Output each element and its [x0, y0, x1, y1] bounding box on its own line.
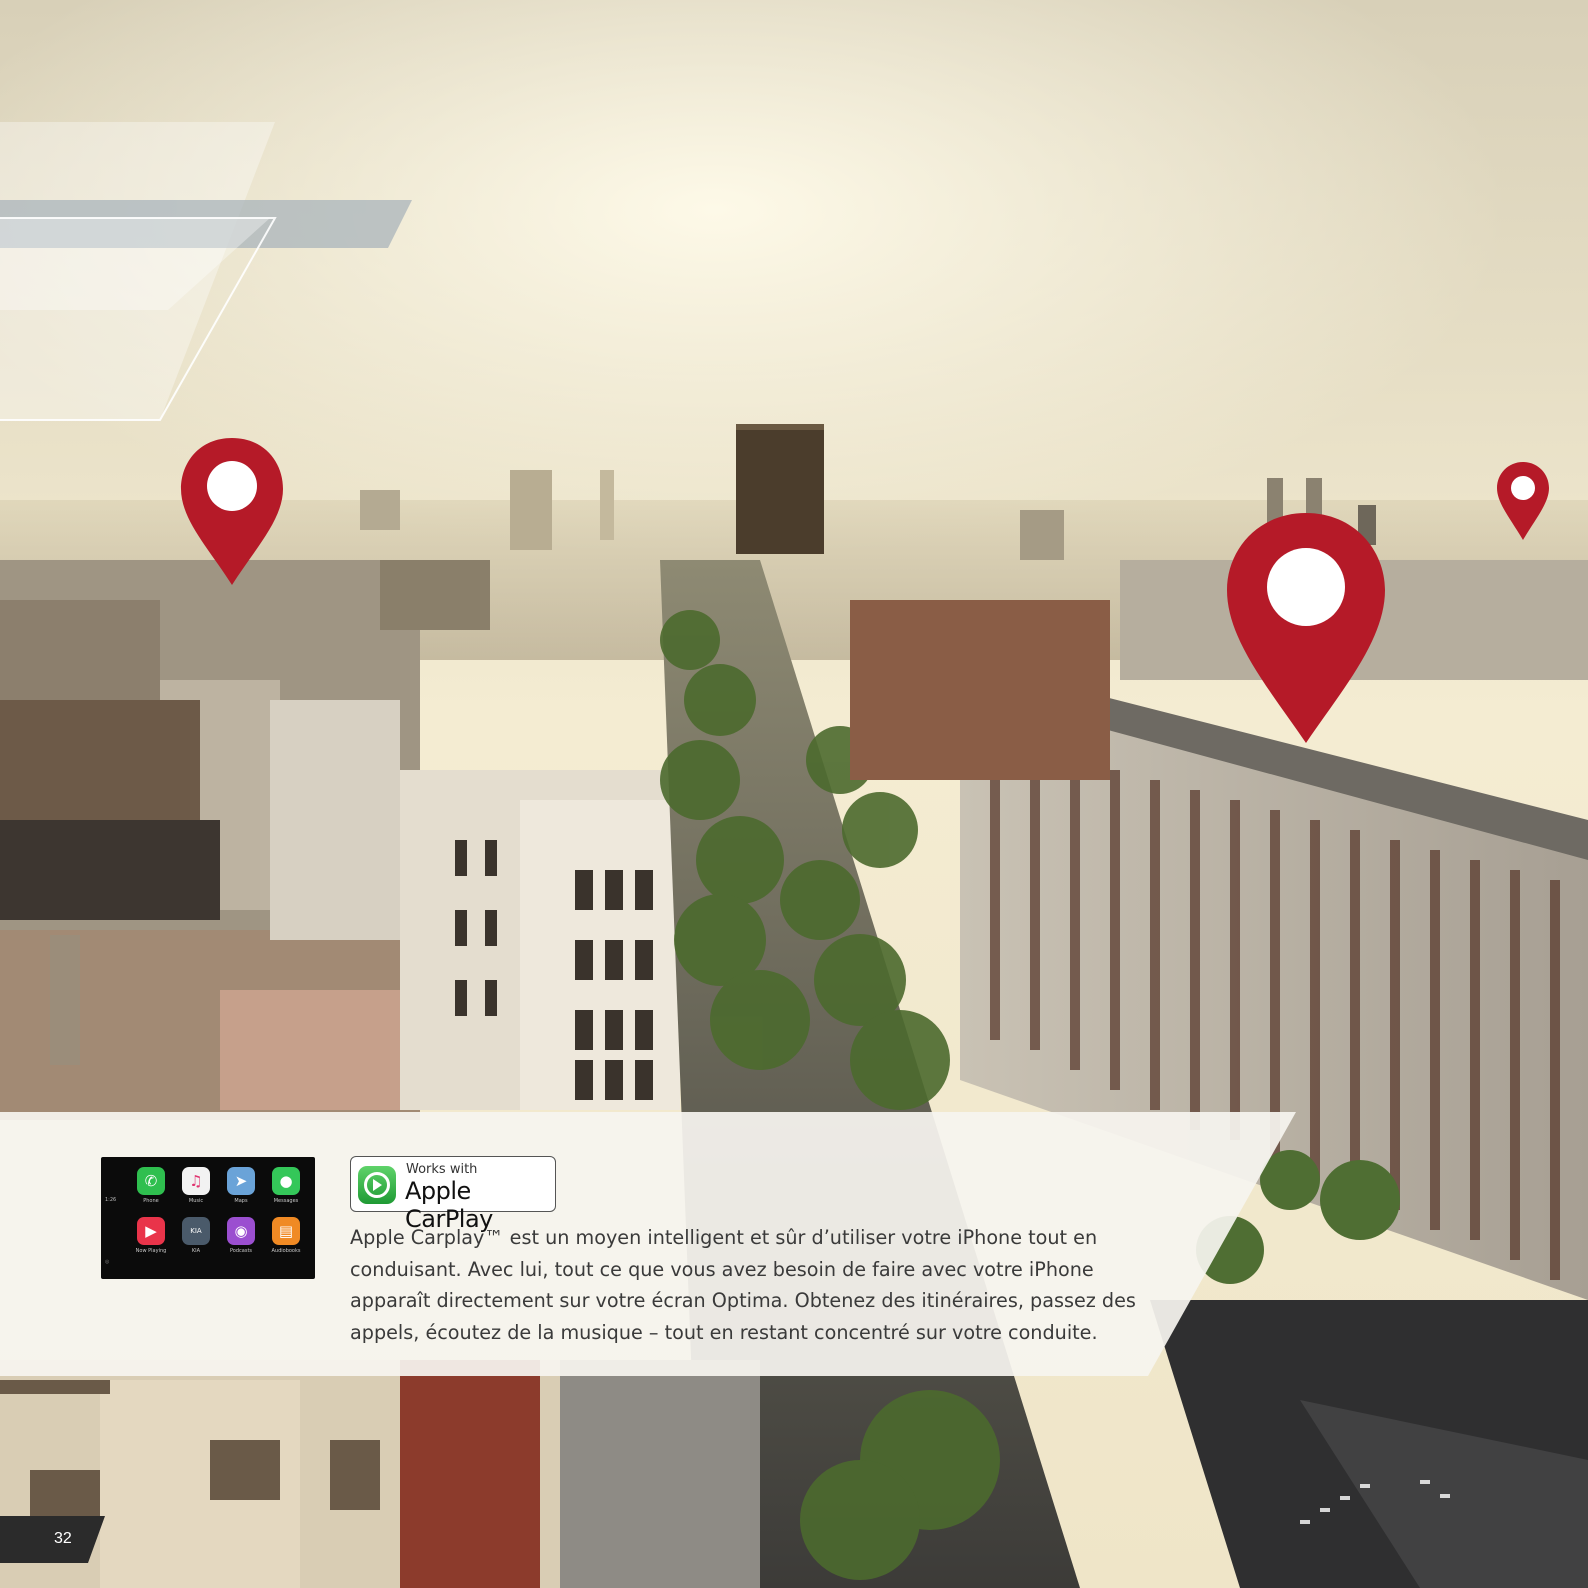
carplay-time: 1:26	[105, 1197, 117, 1203]
badge-works-with: Works with	[406, 1162, 478, 1177]
app-label: Music	[188, 1198, 204, 1204]
kia-icon: KIA	[182, 1217, 210, 1245]
phone-icon: ✆	[137, 1167, 165, 1195]
home-button-icon: ◎	[105, 1259, 110, 1265]
carplay-screen-image: 1:26 ◎ ✆ ♫ ➤ ● Phone Music Maps Messages…	[101, 1157, 315, 1279]
podcasts-icon: ◉	[227, 1217, 255, 1245]
app-label: Now Playing	[135, 1248, 167, 1254]
page-number: 32	[54, 1530, 72, 1547]
page-number-background	[0, 1516, 105, 1563]
app-label: Maps	[234, 1198, 248, 1204]
audiobooks-icon: ▤	[272, 1217, 300, 1245]
maps-icon: ➤	[227, 1167, 255, 1195]
app-label: Messages	[273, 1198, 299, 1204]
messages-icon: ●	[272, 1167, 300, 1195]
now-playing-icon: ▶	[137, 1217, 165, 1245]
works-with-carplay-badge: Works with Apple CarPlay	[350, 1156, 556, 1233]
carplay-logo-icon	[358, 1166, 396, 1204]
page-number-tab: 32	[0, 1516, 105, 1563]
city-skyline-photo	[0, 0, 1588, 1588]
app-label: Phone	[143, 1198, 159, 1204]
app-label: KIA	[191, 1248, 201, 1254]
carplay-description: Apple Carplay™ est un moyen intelligent …	[350, 1226, 1136, 1345]
app-label: Podcasts	[229, 1248, 253, 1254]
music-icon: ♫	[182, 1167, 210, 1195]
app-label: Audiobooks	[271, 1248, 301, 1254]
